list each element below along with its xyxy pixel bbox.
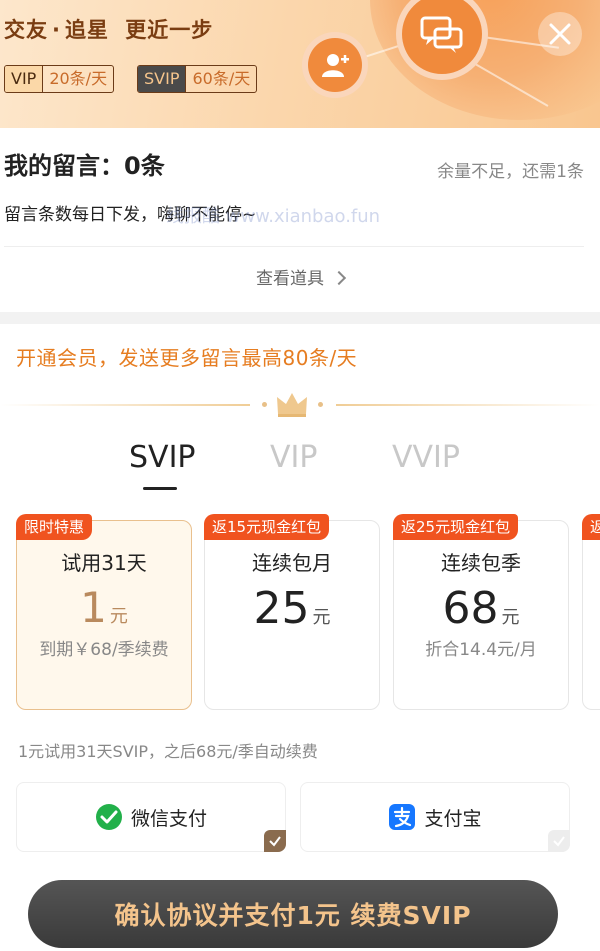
wechat-pay-label: 微信支付 xyxy=(130,807,207,830)
plan-name: 连续包季 xyxy=(441,551,521,575)
svip-tag-label: SVIP xyxy=(138,66,186,92)
svip-tag-value: 60条/天 xyxy=(185,66,256,92)
banner-slogan: 交友 · 追星 更近一步 xyxy=(4,18,214,42)
plan-price: 25 元 xyxy=(253,583,331,634)
confirm-pay-button[interactable]: 确认协议并支付1元 续费SVIP xyxy=(28,880,558,948)
plan-name: 试用31天 xyxy=(61,551,147,575)
person-add-icon xyxy=(302,32,368,98)
remaining-quota-text: 余量不足，还需1条 xyxy=(437,162,584,182)
plan-price: 68 元 xyxy=(442,583,520,634)
alipay-label: 支付宝 xyxy=(424,807,482,830)
crown-icon xyxy=(277,393,307,417)
tab-svip[interactable]: SVIP xyxy=(129,440,196,475)
plan-badge: 返15元现金红包 xyxy=(204,514,330,540)
decorative-dot xyxy=(318,402,323,407)
active-tab-indicator xyxy=(143,487,177,490)
tab-vvip[interactable]: VVIP xyxy=(392,440,460,475)
membership-section: 开通会员，发送更多留言最高80条/天 SVIP VIP VVIP 限时特惠 试用… xyxy=(0,324,600,951)
alipay-icon xyxy=(388,803,416,831)
plan-price: 1元 xyxy=(80,583,128,632)
tab-vip[interactable]: VIP xyxy=(270,440,317,475)
header-banner: 交友 · 追星 更近一步 VIP 20条/天 SVIP 60条/天 xyxy=(0,0,600,132)
wechat-pay-option[interactable]: 微信支付 xyxy=(16,782,286,852)
plan-badge: 返 xyxy=(582,514,600,540)
vip-tag-value: 20条/天 xyxy=(42,66,113,92)
close-icon xyxy=(549,23,571,45)
wechat-pay-icon xyxy=(95,803,123,831)
divider xyxy=(4,246,584,247)
membership-tabs: SVIP VIP VVIP xyxy=(0,440,600,500)
plan-renewal-note: 到期￥68/季续费 xyxy=(39,640,169,660)
selected-check-icon xyxy=(264,830,286,852)
membership-promo-text: 开通会员，发送更多留言最高80条/天 xyxy=(16,346,358,370)
decorative-dot xyxy=(262,402,267,407)
my-messages-card: 我的留言：0条 余量不足，还需1条 留言条数每日下发，嗨聊不能停~ 线报酷 ww… xyxy=(0,128,600,312)
svip-quota-tag: SVIP 60条/天 xyxy=(137,65,258,93)
plan-badge: 限时特惠 xyxy=(16,514,93,540)
view-props-label: 查看道具 xyxy=(256,269,324,289)
message-count-title: 我的留言：0条 xyxy=(4,152,165,180)
view-props-link[interactable]: 查看道具 xyxy=(0,264,600,289)
vip-quota-tag: VIP 20条/天 xyxy=(4,65,115,93)
plan-monthly-equivalent: 折合14.4元/月 xyxy=(425,640,537,660)
plan-card-partial[interactable]: 返 xyxy=(582,514,600,710)
plan-badge: 返25元现金红包 xyxy=(393,514,519,540)
close-button[interactable] xyxy=(538,12,582,56)
divider xyxy=(0,404,250,406)
plan-card-monthly[interactable]: 返15元现金红包 连续包月 25 元 xyxy=(204,514,380,710)
watermark-text: 线报酷 www.xianbao.fun xyxy=(166,206,381,227)
divider xyxy=(336,404,600,406)
vip-tag-label: VIP xyxy=(5,66,43,92)
alipay-option[interactable]: 支付宝 xyxy=(300,782,570,852)
plan-card-trial[interactable]: 限时特惠 试用31天 1元 到期￥68/季续费 xyxy=(16,514,192,710)
plan-card-quarterly[interactable]: 返25元现金红包 连续包季 68 元 折合14.4元/月 xyxy=(393,514,569,710)
chevron-right-icon xyxy=(331,270,347,286)
plan-name: 连续包月 xyxy=(252,551,332,575)
unselected-check-icon xyxy=(548,830,570,852)
trial-terms-note: 1元试用31天SVIP，之后68元/季自动续费 xyxy=(18,742,318,761)
